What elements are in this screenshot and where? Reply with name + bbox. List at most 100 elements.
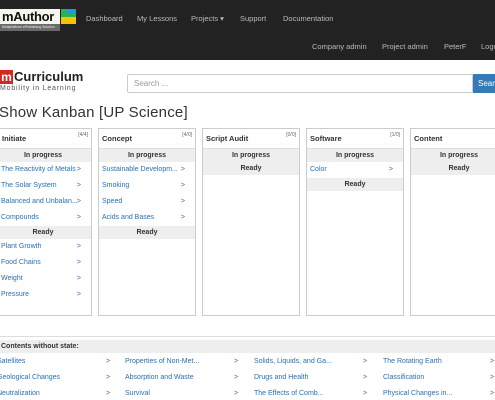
stateless-content-link[interactable]: Classification xyxy=(383,374,424,381)
move-arrow-icon[interactable]: > xyxy=(181,210,185,226)
move-arrow-icon[interactable]: > xyxy=(77,287,81,303)
mcurriculum-logo[interactable]: m Curriculum Mobility in Learning xyxy=(0,70,92,96)
kanban-card[interactable]: Weight > xyxy=(0,271,91,287)
move-arrow-icon[interactable]: > xyxy=(389,162,393,178)
column-title: Concept xyxy=(102,134,132,143)
stateless-content-link[interactable]: Properties of Non-Met... xyxy=(125,358,199,365)
move-arrow-icon[interactable]: > xyxy=(77,178,81,194)
logo-yellow-block xyxy=(61,17,76,24)
card-title-link[interactable]: Food Chains xyxy=(1,259,41,266)
move-arrow-icon[interactable]: > xyxy=(77,210,81,226)
state-header: Ready xyxy=(307,178,403,191)
kanban-card[interactable]: Compounds > xyxy=(0,210,91,226)
stateless-content-link[interactable]: Neutralization xyxy=(0,390,40,397)
nav-user-peterf[interactable]: PeterF xyxy=(444,42,467,51)
stateless-content-link[interactable]: Absorption and Waste xyxy=(125,374,194,381)
nav-projects-dropdown[interactable]: Projects ▾ xyxy=(191,14,224,23)
move-arrow-icon[interactable]: > xyxy=(490,374,494,381)
move-arrow-icon[interactable]: > xyxy=(77,239,81,255)
logo-text: mAuthor xyxy=(0,9,60,24)
column-header: Concept [4/0] xyxy=(99,129,195,149)
kanban-card[interactable]: The Reactivity of Metals > xyxy=(0,162,91,178)
move-arrow-icon[interactable]: > xyxy=(77,194,81,210)
search-input[interactable]: Search ... xyxy=(127,74,473,93)
stateless-content-link[interactable]: The Rotating Earth xyxy=(383,358,442,365)
move-arrow-icon[interactable]: > xyxy=(181,162,185,178)
mcurriculum-m-block: m xyxy=(0,70,13,84)
move-arrow-icon[interactable]: > xyxy=(181,194,185,210)
card-title-link[interactable]: Speed xyxy=(102,198,122,205)
move-arrow-icon[interactable]: > xyxy=(234,358,238,365)
move-arrow-icon[interactable]: > xyxy=(363,374,367,381)
kanban-card[interactable]: Color > xyxy=(307,162,403,178)
stateless-content-link[interactable]: Solids, Liquids, and Ga... xyxy=(254,358,332,365)
card-title-link[interactable]: Sustainable Developm... xyxy=(102,166,178,173)
state-header: In progress xyxy=(0,149,91,162)
stateless-content-link[interactable]: Satellites xyxy=(0,358,25,365)
column-count: [4/4] xyxy=(78,132,88,138)
nav-project-admin[interactable]: Project admin xyxy=(382,42,428,51)
nav-logout[interactable]: Logout xyxy=(481,42,495,51)
contents-without-state-header: Contents without state: xyxy=(0,340,495,353)
state-header: In progress xyxy=(203,149,299,162)
stateless-content-link[interactable]: Geological Changes xyxy=(0,374,60,381)
mcurriculum-title: Curriculum xyxy=(14,69,84,84)
stateless-content-link[interactable]: Physical Changes in... xyxy=(383,390,452,397)
nav-support[interactable]: Support xyxy=(240,14,266,23)
card-title-link[interactable]: Balanced and Unbalan... xyxy=(1,198,78,205)
move-arrow-icon[interactable]: > xyxy=(181,178,185,194)
move-arrow-icon[interactable]: > xyxy=(106,374,110,381)
kanban-card[interactable]: Smoking > xyxy=(99,178,195,194)
move-arrow-icon[interactable]: > xyxy=(363,358,367,365)
mauthor-logo[interactable]: mAuthor Multiplatform ePublishing Soluti… xyxy=(0,9,76,31)
column-header: Content xyxy=(411,129,495,149)
kanban-card[interactable]: Speed > xyxy=(99,194,195,210)
move-arrow-icon[interactable]: > xyxy=(77,162,81,178)
kanban-card[interactable]: Pressure > xyxy=(0,287,91,303)
card-title-link[interactable]: Color xyxy=(310,166,327,173)
top-navbar: mAuthor Multiplatform ePublishing Soluti… xyxy=(0,0,495,60)
stateless-content-link[interactable]: Survival xyxy=(125,390,150,397)
move-arrow-icon[interactable]: > xyxy=(490,390,494,397)
card-title-link[interactable]: Smoking xyxy=(102,182,129,189)
logo-subtitle: Multiplatform ePublishing Solution xyxy=(0,24,60,31)
nav-documentation[interactable]: Documentation xyxy=(283,14,333,23)
card-title-link[interactable]: Weight xyxy=(1,275,23,282)
card-title-link[interactable]: Pressure xyxy=(1,291,29,298)
search-button[interactable]: Search xyxy=(473,74,495,93)
card-title-link[interactable]: The Reactivity of Metals xyxy=(1,166,76,173)
card-title-link[interactable]: Acids and Bases xyxy=(102,214,154,221)
kanban-card[interactable]: Acids and Bases > xyxy=(99,210,195,226)
move-arrow-icon[interactable]: > xyxy=(77,255,81,271)
kanban-column: Content In progress Ready xyxy=(410,128,495,316)
move-arrow-icon[interactable]: > xyxy=(490,358,494,365)
card-title-link[interactable]: The Solar System xyxy=(1,182,57,189)
nav-company-admin[interactable]: Company admin xyxy=(312,42,367,51)
move-arrow-icon[interactable]: > xyxy=(234,374,238,381)
nav-dashboard[interactable]: Dashboard xyxy=(86,14,123,23)
column-title: Script Audit xyxy=(206,134,249,143)
column-header: Initiate [4/4] xyxy=(0,129,91,149)
move-arrow-icon[interactable]: > xyxy=(363,390,367,397)
stateless-content-link[interactable]: Drugs and Health xyxy=(254,374,308,381)
move-arrow-icon[interactable]: > xyxy=(234,390,238,397)
card-title-link[interactable]: Compounds xyxy=(1,214,39,221)
state-header: Ready xyxy=(203,162,299,175)
mcurriculum-tagline: Mobility in Learning xyxy=(0,85,77,92)
kanban-card[interactable]: Food Chains > xyxy=(0,255,91,271)
move-arrow-icon[interactable]: > xyxy=(106,358,110,365)
logo-blue-block xyxy=(66,9,76,14)
state-header: In progress xyxy=(99,149,195,162)
kanban-card[interactable]: Sustainable Developm... > xyxy=(99,162,195,178)
kanban-card[interactable]: The Solar System > xyxy=(0,178,91,194)
stateless-content-link[interactable]: The Effects of Comb... xyxy=(254,390,324,397)
state-header: Ready xyxy=(411,162,495,175)
move-arrow-icon[interactable]: > xyxy=(77,271,81,287)
move-arrow-icon[interactable]: > xyxy=(106,390,110,397)
card-title-link[interactable]: Plant Growth xyxy=(1,243,41,250)
nav-my-lessons[interactable]: My Lessons xyxy=(137,14,177,23)
kanban-card[interactable]: Plant Growth > xyxy=(0,239,91,255)
state-header: In progress xyxy=(411,149,495,162)
column-title: Software xyxy=(310,134,342,143)
kanban-card[interactable]: Balanced and Unbalan... > xyxy=(0,194,91,210)
